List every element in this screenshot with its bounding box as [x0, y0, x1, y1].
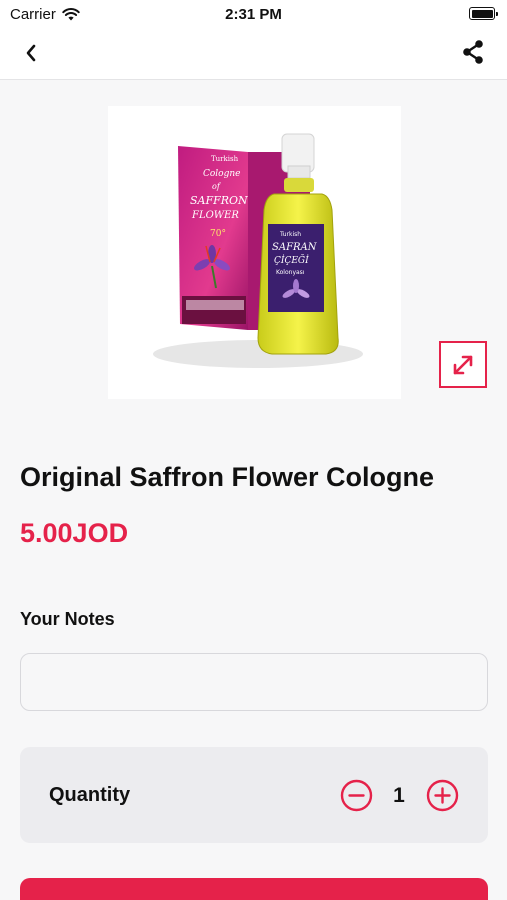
decrease-quantity-button[interactable]	[340, 779, 373, 812]
quantity-value: 1	[393, 784, 405, 807]
quantity-label: Quantity	[49, 784, 131, 806]
expand-arrows-icon	[453, 355, 473, 374]
add-to-cart-button[interactable]	[20, 878, 488, 900]
box-text-turkish: Turkish	[211, 155, 239, 163]
battery-icon	[469, 7, 498, 20]
nav-bar	[0, 28, 507, 80]
expand-image-button[interactable]	[439, 341, 487, 388]
product-price: 5.00JOD	[20, 518, 129, 548]
increase-quantity-button[interactable]	[426, 779, 459, 812]
label-text-cicegi: ÇİÇEĞİ	[274, 254, 309, 266]
status-time: 2:31 PM	[225, 6, 282, 23]
share-icon	[463, 40, 483, 64]
box-text-degree: 70°	[210, 229, 226, 239]
notes-label: Your Notes	[20, 609, 115, 629]
label-text-turkish: Turkish	[279, 231, 301, 238]
product-title: Original Saffron Flower Cologne	[20, 462, 435, 492]
minus-circle-icon	[340, 779, 373, 812]
box-text-cologne: Cologne	[203, 169, 241, 179]
notes-input[interactable]	[20, 653, 488, 711]
back-button[interactable]	[18, 40, 44, 66]
box-text-saffron: SAFFRON	[190, 194, 248, 207]
plus-circle-icon	[426, 779, 459, 812]
product-image[interactable]: Turkish Cologne of SAFFRON FLOWER 70° Tu…	[108, 106, 401, 399]
share-button[interactable]	[459, 38, 487, 66]
chevron-left-icon	[26, 44, 36, 62]
label-text-kolonyasi: Kolonyası	[276, 269, 305, 276]
box-text-flower: FLOWER	[191, 210, 239, 221]
status-bar: Carrier 2:31 PM	[0, 0, 507, 28]
cologne-bottle-image: Turkish Cologne of SAFFRON FLOWER 70° Tu…	[153, 133, 363, 368]
label-text-safran: SAFRAN	[272, 242, 318, 253]
quantity-card: Quantity 1	[20, 747, 488, 843]
